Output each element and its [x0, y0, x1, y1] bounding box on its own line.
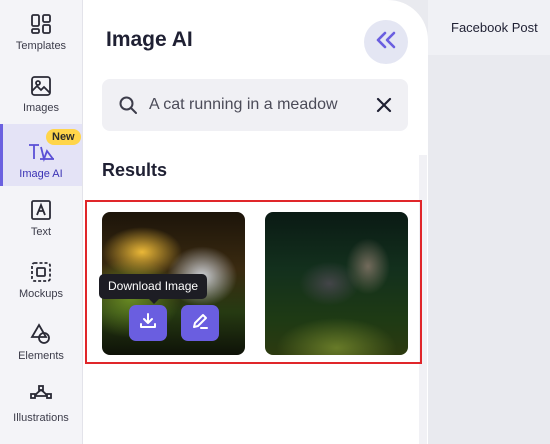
sidebar-rail: Templates Images New Image AI Text Mocku…	[0, 0, 83, 444]
search-field[interactable]: A cat running in a meadow	[102, 79, 408, 131]
sidebar-item-illustrations[interactable]: Illustrations	[0, 372, 82, 434]
collapse-panel-button[interactable]	[364, 20, 408, 64]
download-tooltip: Download Image	[99, 274, 208, 304]
sidebar-item-label: Mockups	[18, 288, 64, 300]
sidebar-item-label: Templates	[15, 40, 67, 52]
sidebar-item-images[interactable]: Images	[0, 62, 82, 124]
results-heading: Results	[102, 160, 168, 180]
sidebar-item-templates[interactable]: Templates	[0, 0, 82, 62]
text-icon	[27, 196, 55, 224]
mockups-icon	[27, 258, 55, 286]
templates-icon	[27, 10, 55, 38]
sidebar-item-label: Image AI	[19, 168, 63, 180]
edit-icon	[190, 311, 210, 336]
sidebar-item-mockups[interactable]: Mockups	[0, 248, 82, 310]
sidebar-item-image-ai[interactable]: New Image AI	[0, 124, 82, 186]
image-icon	[27, 72, 55, 100]
sidebar-item-elements[interactable]: Elements	[0, 310, 82, 372]
sidebar-item-label: Elements	[18, 350, 64, 362]
close-icon[interactable]	[374, 95, 394, 120]
elements-icon	[27, 320, 55, 348]
sidebar-item-label: Text	[30, 226, 52, 238]
canvas-title: Facebook Post	[451, 20, 538, 35]
search-icon	[118, 95, 138, 120]
sidebar-item-label: Illustrations	[13, 412, 69, 424]
canvas-header: Facebook Post	[428, 0, 550, 55]
search-input[interactable]: A cat running in a meadow	[149, 96, 338, 114]
download-image-button[interactable]	[129, 305, 167, 341]
sidebar-item-label: Images	[22, 102, 60, 114]
results-highlight: Download Image	[85, 200, 422, 364]
image-ai-panel: Image AI A cat running in a meadow Resul…	[83, 0, 428, 444]
new-badge: New	[46, 129, 81, 145]
panel-title: Image AI	[106, 28, 193, 51]
result-image-2[interactable]	[265, 212, 408, 355]
illustrations-icon	[27, 382, 55, 410]
edit-image-button[interactable]	[181, 305, 219, 341]
double-chevron-left-icon	[375, 30, 397, 55]
download-icon	[138, 311, 158, 336]
sidebar-item-text[interactable]: Text	[0, 186, 82, 248]
